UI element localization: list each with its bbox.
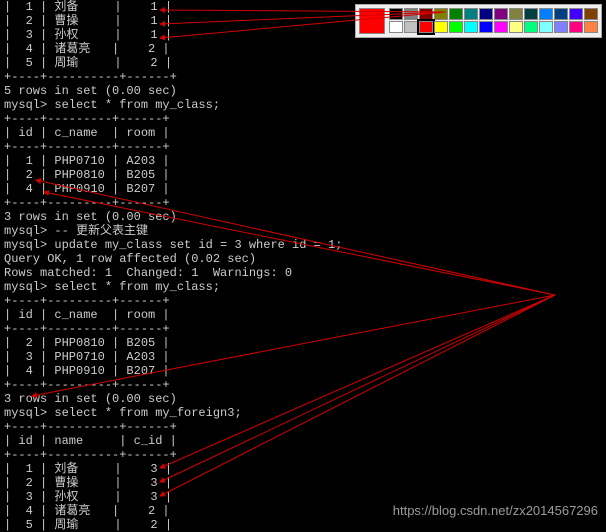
row: | 4 | PHP0910 | B207 |: [4, 364, 170, 378]
summary: 3 rows in set (0.00 sec): [4, 210, 177, 224]
row: | 2 | 曹操 | 3 |: [4, 476, 172, 490]
active-color-swatch[interactable]: [359, 8, 385, 34]
sep: +----+---------+------+: [4, 294, 170, 308]
row: | 2 | 曹操 | 1 |: [4, 14, 172, 28]
query: mysql> select * from my_class;: [4, 98, 220, 112]
color-swatch[interactable]: [584, 21, 598, 33]
sep: +----+---------+------+: [4, 196, 170, 210]
color-swatch[interactable]: [554, 8, 568, 20]
color-swatch[interactable]: [419, 8, 433, 20]
row: | 5 | 周瑜 | 2 |: [4, 518, 172, 532]
header: | id | c_name | room |: [4, 126, 170, 140]
color-swatch[interactable]: [524, 8, 538, 20]
color-swatch[interactable]: [419, 21, 433, 33]
color-swatch[interactable]: [569, 21, 583, 33]
color-palette: [355, 4, 602, 38]
color-swatch[interactable]: [479, 21, 493, 33]
color-swatch[interactable]: [404, 21, 418, 33]
row: | 1 | 刘备 | 3 |: [4, 462, 172, 476]
comment: mysql> -- 更新父表主键: [4, 224, 148, 238]
color-swatch[interactable]: [509, 21, 523, 33]
result: Rows matched: 1 Changed: 1 Warnings: 0: [4, 266, 292, 280]
color-swatch[interactable]: [494, 21, 508, 33]
color-swatch[interactable]: [434, 21, 448, 33]
color-swatch[interactable]: [539, 8, 553, 20]
color-swatch[interactable]: [389, 21, 403, 33]
color-swatch[interactable]: [404, 8, 418, 20]
sep: +----+----------+------+: [4, 420, 177, 434]
color-swatch[interactable]: [509, 8, 523, 20]
color-swatch[interactable]: [449, 8, 463, 20]
query: mysql> select * from my_class;: [4, 280, 220, 294]
row: | 3 | 孙权 | 3 |: [4, 490, 172, 504]
row: | 2 | PHP0810 | B205 |: [4, 336, 170, 350]
row: | 1 | PHP0710 | A203 |: [4, 154, 170, 168]
row: | 3 | 孙权 | 1 |: [4, 28, 172, 42]
sep: +----+---------+------+: [4, 112, 170, 126]
color-swatch[interactable]: [479, 8, 493, 20]
row: | 2 | PHP0810 | B205 |: [4, 168, 170, 182]
color-swatch[interactable]: [389, 8, 403, 20]
row: | 4 | 诸葛亮 | 2 |: [4, 504, 170, 518]
summary: 3 rows in set (0.00 sec): [4, 392, 177, 406]
terminal-output: | 1 | 刘备 | 1 | | 2 | 曹操 | 1 | | 3 | 孙权 |…: [0, 0, 346, 532]
row: | 4 | 诸葛亮 | 2 |: [4, 42, 170, 56]
header: | id | name | c_id |: [4, 434, 177, 448]
query: mysql> select * from my_foreign3;: [4, 406, 242, 420]
sep: +----+---------+------+: [4, 322, 170, 336]
sep: +----+----------+------+: [4, 448, 177, 462]
color-swatch[interactable]: [464, 21, 478, 33]
row: | 5 | 周瑜 | 2 |: [4, 56, 172, 70]
color-swatch[interactable]: [449, 21, 463, 33]
summary: 5 rows in set (0.00 sec): [4, 84, 177, 98]
palette-row-1: [389, 8, 598, 20]
color-swatch[interactable]: [554, 21, 568, 33]
palette-row-2: [389, 21, 598, 33]
query: mysql> update my_class set id = 3 where …: [4, 238, 342, 252]
row: | 4 | PHP0910 | B207 |: [4, 182, 170, 196]
color-swatch[interactable]: [494, 8, 508, 20]
sep: +----+---------+------+: [4, 140, 170, 154]
result: Query OK, 1 row affected (0.02 sec): [4, 252, 256, 266]
watermark-text: https://blog.csdn.net/zx2014567296: [393, 504, 598, 518]
color-swatch[interactable]: [464, 8, 478, 20]
row: | 1 | 刘备 | 1 |: [4, 0, 172, 14]
color-swatch[interactable]: [539, 21, 553, 33]
sep: +----+---------+------+: [4, 378, 170, 392]
color-swatch[interactable]: [569, 8, 583, 20]
sep: +----+----------+------+: [4, 70, 177, 84]
header: | id | c_name | room |: [4, 308, 170, 322]
color-swatch[interactable]: [584, 8, 598, 20]
palette-grid: [389, 8, 598, 33]
color-swatch[interactable]: [524, 21, 538, 33]
row: | 3 | PHP0710 | A203 |: [4, 350, 170, 364]
color-swatch[interactable]: [434, 8, 448, 20]
